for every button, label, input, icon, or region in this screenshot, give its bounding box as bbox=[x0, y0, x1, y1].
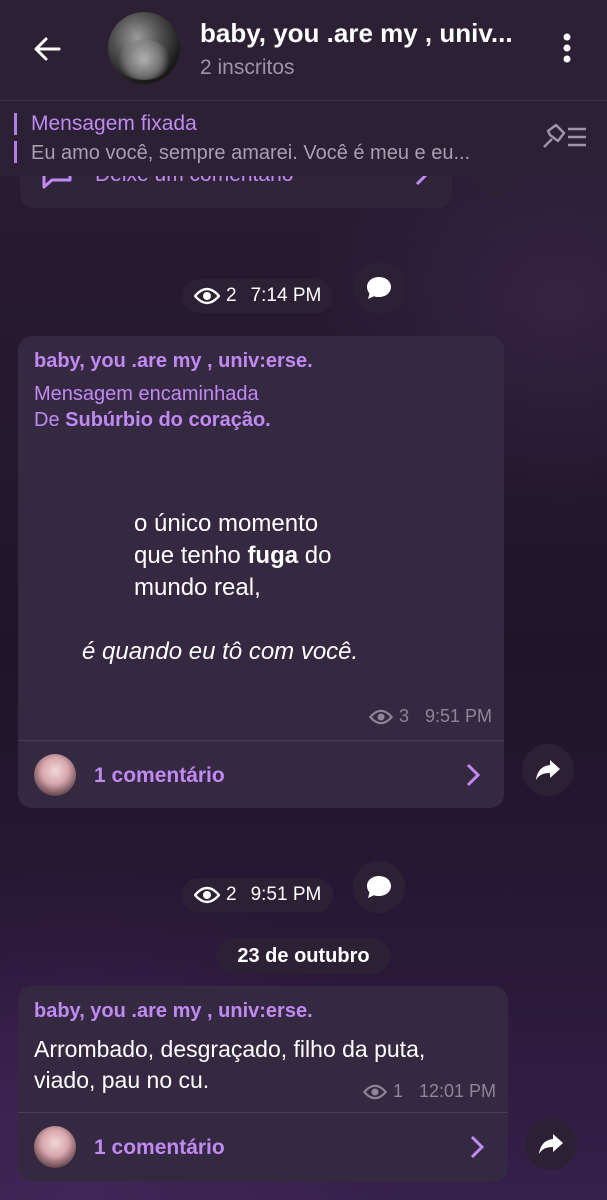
comment-bubble-icon bbox=[367, 876, 391, 898]
message-text: o único momento que tenho fuga do mundo … bbox=[134, 508, 331, 604]
forwarded-from-prefix: De bbox=[34, 409, 60, 431]
message-line-3: mundo real, bbox=[134, 574, 261, 601]
pin-list-icon bbox=[543, 123, 586, 148]
sender-name[interactable]: baby, you .are my , univ:erse. bbox=[34, 350, 313, 373]
commenter-avatar bbox=[34, 754, 76, 796]
sender-name[interactable]: baby, you .are my , univ:erse. bbox=[34, 1000, 313, 1023]
commenter-avatar bbox=[34, 1126, 76, 1168]
view-count: 2 bbox=[226, 285, 237, 306]
chevron-right-icon bbox=[466, 763, 481, 787]
arrow-left-icon bbox=[34, 37, 61, 61]
post-time: 7:14 PM bbox=[250, 285, 322, 306]
post-1-views: 3 9:51 PM bbox=[368, 706, 492, 727]
post-2-views: 1 12:01 PM bbox=[362, 1081, 496, 1102]
views-eye-icon bbox=[194, 886, 220, 904]
post-meta-2: 2 9:51 PM bbox=[182, 878, 334, 912]
post-time: 9:51 PM bbox=[250, 884, 322, 905]
more-options-button[interactable] bbox=[548, 28, 586, 68]
more-vert-icon bbox=[563, 33, 571, 63]
pinned-title: Mensagem fixada bbox=[31, 112, 197, 135]
views-eye-icon bbox=[362, 1084, 387, 1099]
comments-row[interactable]: 1 comentário bbox=[18, 740, 504, 808]
back-button[interactable] bbox=[28, 30, 66, 68]
forwarded-label: Mensagem encaminhada bbox=[34, 383, 259, 405]
post-time: 12:01 PM bbox=[418, 1081, 496, 1101]
message-line-2: que tenho fuga do bbox=[134, 542, 332, 569]
views-eye-icon bbox=[368, 709, 393, 724]
share-arrow-icon bbox=[536, 760, 560, 780]
top-bar: baby, you .are my , univ... 2 inscritos bbox=[0, 0, 607, 100]
comment-bubble-icon bbox=[367, 277, 391, 299]
post-meta-1: 2 7:14 PM bbox=[182, 279, 334, 313]
views-eye-icon bbox=[194, 287, 220, 305]
comments-count: 1 comentário bbox=[94, 764, 225, 787]
view-count: 2 bbox=[226, 884, 237, 905]
chevron-right-icon bbox=[470, 1135, 485, 1159]
subscriber-count: 2 inscritos bbox=[200, 56, 295, 79]
message-bubble-1[interactable]: baby, you .are my , univ:erse. Mensagem … bbox=[18, 336, 504, 808]
pinned-list-button[interactable] bbox=[540, 121, 590, 157]
channel-title[interactable]: baby, you .are my , univ... bbox=[200, 18, 520, 49]
forwarded-source[interactable]: De Subúrbio do coração. bbox=[34, 408, 271, 433]
view-count: 3 bbox=[398, 706, 409, 726]
forwarded-source-name[interactable]: Subúrbio do coração. bbox=[65, 409, 271, 431]
comments-button-1[interactable] bbox=[353, 262, 405, 314]
pinned-indicator bbox=[14, 113, 17, 163]
comments-button-2[interactable] bbox=[353, 861, 405, 913]
message-bubble-2[interactable]: baby, you .are my , univ:erse. Arrombado… bbox=[18, 986, 508, 1182]
date-separator: 23 de outubro bbox=[216, 938, 391, 974]
comments-count: 1 comentário bbox=[94, 1136, 225, 1159]
channel-avatar[interactable] bbox=[108, 12, 180, 84]
share-button-1[interactable] bbox=[522, 744, 574, 796]
message-line-1: o único momento bbox=[134, 510, 319, 537]
pinned-text: Eu amo você, sempre amarei. Você é meu e… bbox=[31, 142, 471, 164]
view-count: 1 bbox=[392, 1081, 403, 1101]
comments-row[interactable]: 1 comentário bbox=[18, 1112, 508, 1180]
message-line-4: é quando eu tô com você. bbox=[82, 638, 359, 665]
post-time: 9:51 PM bbox=[424, 706, 492, 726]
pinned-message-bar[interactable]: Mensagem fixada Eu amo você, sempre amar… bbox=[0, 100, 607, 176]
share-arrow-icon bbox=[539, 1134, 563, 1154]
share-button-2[interactable] bbox=[525, 1118, 577, 1170]
message-line-1: Arrombado, desgraçado, filho da puta, bbox=[34, 1036, 426, 1062]
